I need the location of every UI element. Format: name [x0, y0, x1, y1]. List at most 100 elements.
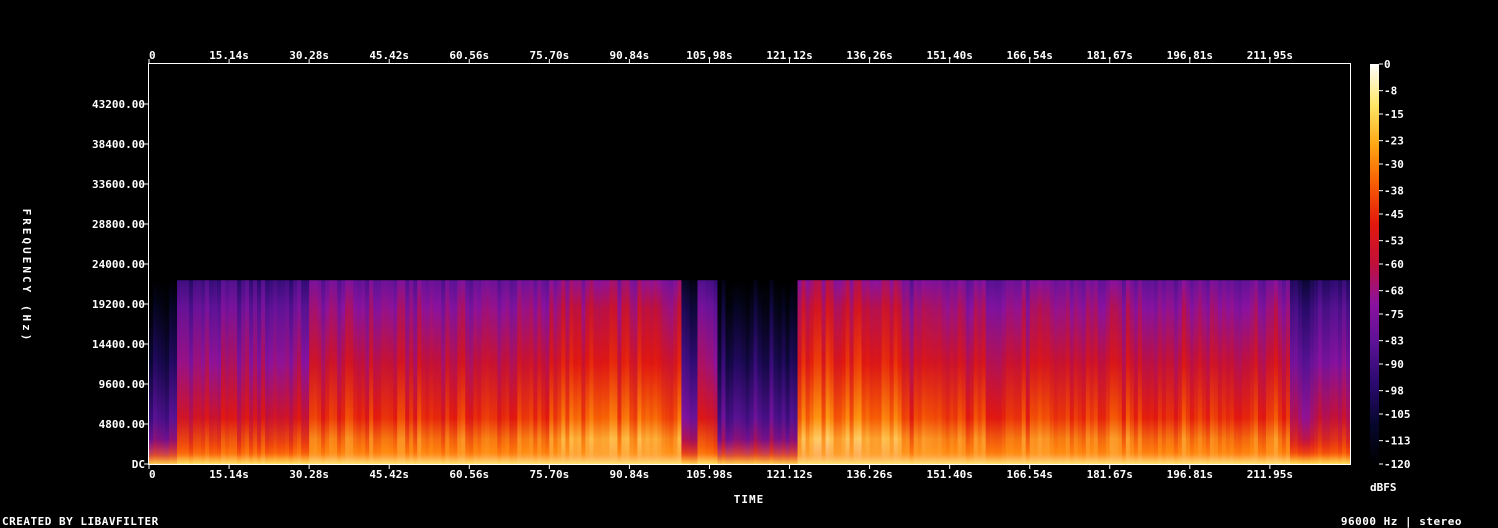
spectrogram-column [809, 280, 815, 464]
spectrogram-column [825, 280, 831, 464]
spectrogram-column [581, 280, 586, 464]
spectrogram-column [285, 280, 290, 464]
y-axis-label: FREQUENCY (Hz) [20, 209, 33, 344]
spectrogram-column [1081, 280, 1087, 464]
spectrogram-column [585, 280, 590, 464]
colorbar-tick-label: -98 [1384, 385, 1404, 398]
spectrogram-column [341, 280, 346, 464]
x-tick-label-top: 151.40s [926, 49, 972, 62]
spectrogram-column [549, 280, 554, 464]
spectrogram-column [569, 280, 574, 464]
spectrogram-column [605, 280, 610, 464]
spectrogram-column [1129, 280, 1135, 464]
spectrogram-column [493, 280, 498, 464]
colorbar-tick-label: -68 [1384, 285, 1404, 298]
spectrogram-column [397, 280, 402, 464]
spectrogram-column [1149, 280, 1155, 464]
x-axis-label: TIME [734, 493, 765, 506]
spectrogram-column [1245, 280, 1251, 464]
spectrogram-column [1313, 280, 1319, 464]
spectrogram-column [725, 280, 731, 464]
spectrogram-column [1297, 280, 1303, 464]
spectrogram-column [349, 280, 354, 464]
spectrogram-column [269, 280, 274, 464]
spectrogram-column [697, 280, 703, 464]
spectrogram-column [1265, 280, 1271, 464]
x-tick-label-top: 90.84s [610, 49, 650, 62]
spectrogram-column [1269, 280, 1275, 464]
spectrogram-column [1261, 280, 1267, 464]
spectrogram-column [1209, 280, 1215, 464]
spectrogram-column [621, 280, 626, 464]
spectrogram-column [1189, 280, 1195, 464]
spectrogram-column [733, 280, 739, 464]
spectrogram-column [673, 280, 679, 464]
spectrogram-column [1221, 280, 1227, 464]
spectrogram-column [601, 280, 606, 464]
spectrogram-column [769, 280, 775, 464]
x-tick-label-top: 136.26s [846, 49, 892, 62]
spectrogram-column [437, 280, 442, 464]
spectrogram-column [1177, 280, 1183, 464]
spectrogram-column [945, 280, 951, 464]
spectrogram-column [201, 280, 206, 464]
spectrogram-column [1346, 280, 1351, 464]
spectrogram-column [301, 280, 306, 464]
spectrogram-column [789, 280, 795, 464]
spectrogram-column [1065, 280, 1071, 464]
spectrogram-column [417, 280, 422, 464]
spectrogram-column [185, 280, 190, 464]
y-tick-label: 24000.00 [92, 258, 145, 271]
spectrogram-column [557, 280, 562, 464]
spectrogram-column [649, 280, 655, 464]
spectrogram-column [1173, 280, 1179, 464]
spectrogram-column [161, 280, 166, 464]
colorbar-tick-label: -113 [1384, 435, 1411, 448]
spectrogram-column [1061, 280, 1067, 464]
spectrogram-column [241, 280, 246, 464]
spectrogram-column [893, 280, 899, 464]
spectrogram-column [689, 280, 695, 464]
spectrogram-column [1273, 280, 1279, 464]
spectrogram-column [297, 280, 302, 464]
spectrogram-column [533, 280, 538, 464]
spectrogram-column [261, 280, 266, 464]
footer-audio-info: 96000 Hz | stereo [1340, 515, 1462, 528]
spectrogram-column [1217, 280, 1223, 464]
x-tick-label-top: 181.67s [1087, 49, 1133, 62]
spectrogram-column [989, 280, 995, 464]
spectrogram-column [1325, 280, 1331, 464]
y-tick-label: 38400.00 [92, 138, 145, 151]
spectrogram-column [949, 280, 955, 464]
colorbar-tick-label: 0 [1384, 58, 1391, 71]
spectrogram-column [317, 280, 322, 464]
spectrogram-column [189, 280, 194, 464]
spectrogram-column [717, 280, 723, 464]
spectrogram-column [1109, 280, 1115, 464]
spectrogram-column [797, 280, 803, 464]
spectrogram-column [1013, 280, 1019, 464]
spectrogram-column [869, 280, 875, 464]
spectrogram-column [273, 280, 278, 464]
colorbar-label: dBFS [1370, 481, 1397, 494]
spectrogram-column [1337, 280, 1343, 464]
spectrogram-column [1169, 280, 1175, 464]
spectrogram-column [597, 280, 602, 464]
y-tick-label: 19200.00 [92, 298, 145, 311]
spectrogram-column [573, 280, 578, 464]
y-tick-label: 4800.00 [99, 418, 145, 431]
spectrogram-column [829, 280, 835, 464]
colorbar-tick-label: -45 [1384, 208, 1404, 221]
spectrogram-column [617, 280, 622, 464]
x-axis-bottom: 0 15.14s 30.28s 45.42s 60.56s 75.70s 90.84s 105… [148, 464, 1293, 481]
spectrogram-column [257, 280, 262, 464]
spectrogram-column [973, 280, 979, 464]
spectrogram-column [1233, 280, 1239, 464]
spectrogram-column [473, 280, 478, 464]
spectrogram-column [401, 280, 406, 464]
spectrogram-column [709, 280, 715, 464]
spectrogram-column [377, 280, 382, 464]
x-tick-label-top: 211.95s [1247, 49, 1293, 62]
y-tick-label: 33600.00 [92, 178, 145, 191]
spectrogram-column [209, 280, 214, 464]
